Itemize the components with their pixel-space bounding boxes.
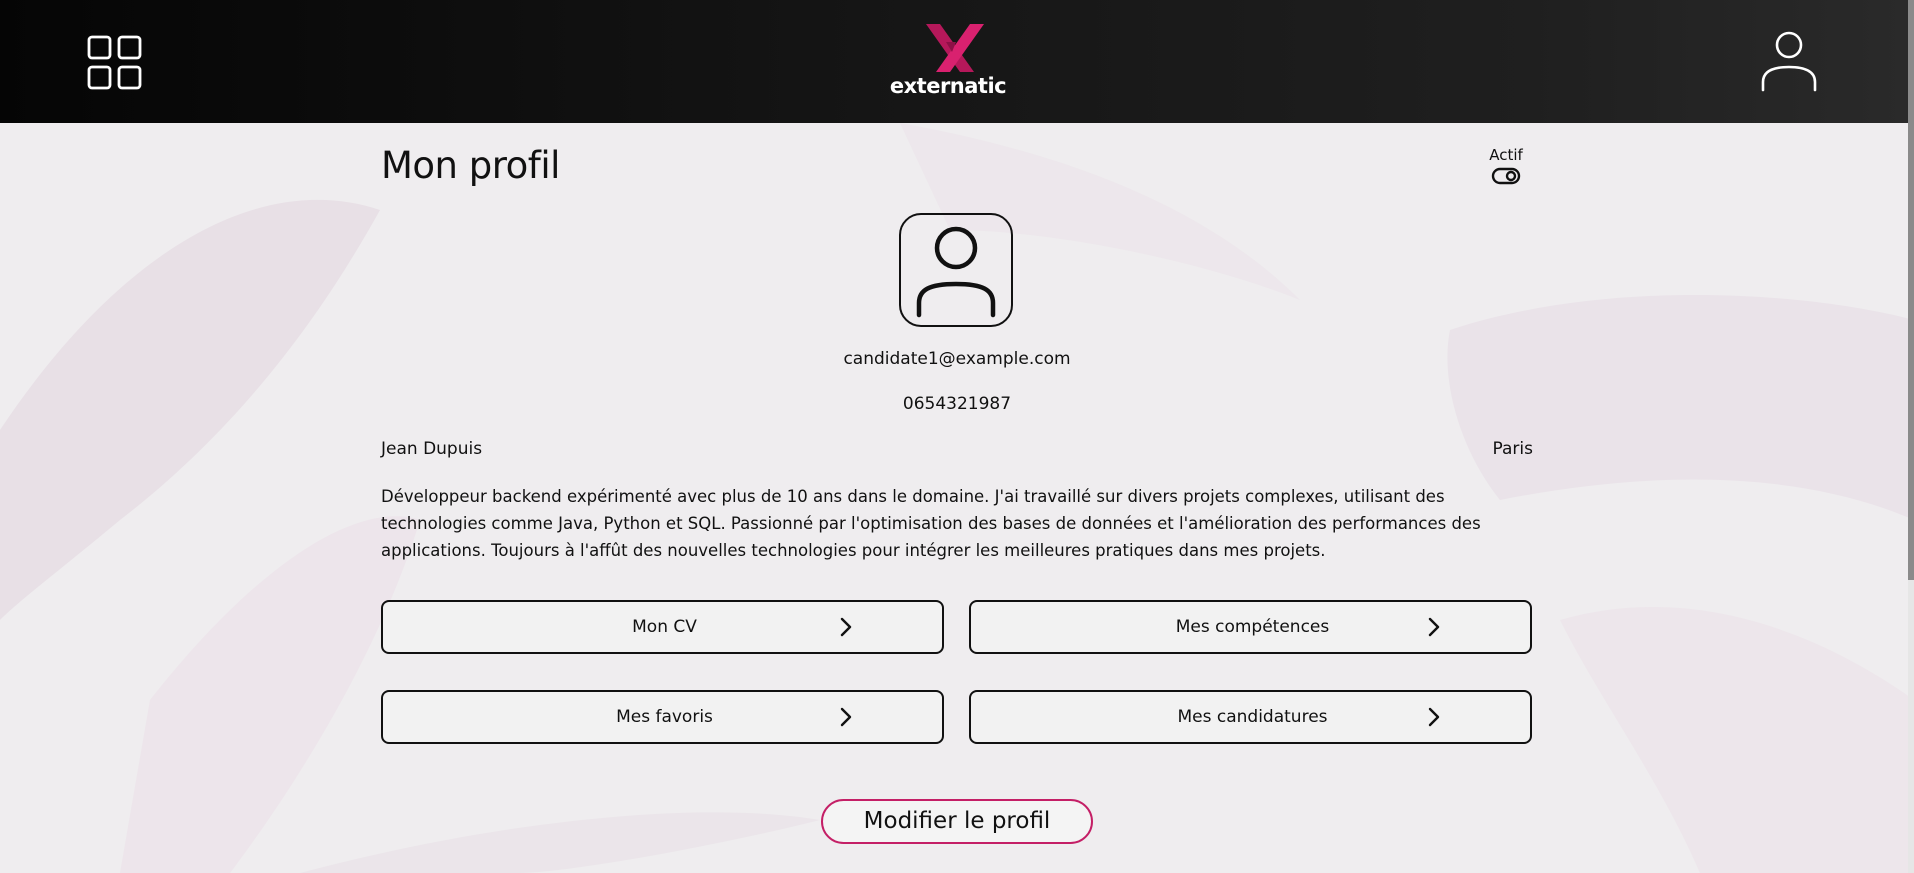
edit-profile-button[interactable]: Modifier le profil — [821, 799, 1093, 844]
page-scrollbar[interactable] — [1908, 0, 1914, 873]
chevron-right-icon — [840, 617, 852, 637]
chevron-right-icon — [1428, 707, 1440, 727]
logo-text: externatic — [889, 74, 1007, 98]
status-toggle[interactable] — [1491, 166, 1521, 186]
grid-icon — [87, 35, 142, 90]
logo-x-mark — [926, 24, 984, 72]
chevron-right-icon — [1428, 617, 1440, 637]
email-text: candidate1@example.com — [843, 349, 1071, 369]
my-cv-label: Mon CV — [632, 617, 697, 637]
chevron-right-icon — [840, 707, 852, 727]
full-name: Jean Dupuis — [381, 439, 483, 459]
profile-content: Mon profil Actif candidate1@example.com … — [0, 0, 1914, 873]
my-applications-label: Mes candidatures — [1177, 707, 1328, 727]
bio-text: Développeur backend expérimenté avec plu… — [381, 487, 1481, 560]
page-title: Mon profil — [381, 144, 560, 187]
my-cv-button[interactable]: Mon CV — [381, 600, 944, 654]
my-applications-button[interactable]: Mes candidatures — [969, 690, 1532, 744]
my-favorites-label: Mes favoris — [616, 707, 713, 727]
status-label: Actif — [1489, 146, 1523, 164]
status-control: Actif — [1474, 146, 1538, 190]
user-avatar-icon — [916, 226, 996, 318]
toggle-icon — [1491, 167, 1521, 185]
my-skills-button[interactable]: Mes compétences — [969, 600, 1532, 654]
scrollbar-thumb[interactable] — [1908, 0, 1914, 580]
phone-text: 0654321987 — [902, 394, 1012, 414]
externatic-logo[interactable]: externatic — [884, 18, 1012, 104]
avatar — [899, 213, 1013, 327]
top-header: externatic — [0, 0, 1914, 123]
my-skills-label: Mes compétences — [1175, 617, 1330, 637]
menu-button[interactable] — [86, 34, 146, 94]
my-favorites-button[interactable]: Mes favoris — [381, 690, 944, 744]
user-account-button[interactable] — [1758, 30, 1820, 94]
city: Paris — [1492, 439, 1533, 459]
user-icon — [1761, 31, 1817, 92]
